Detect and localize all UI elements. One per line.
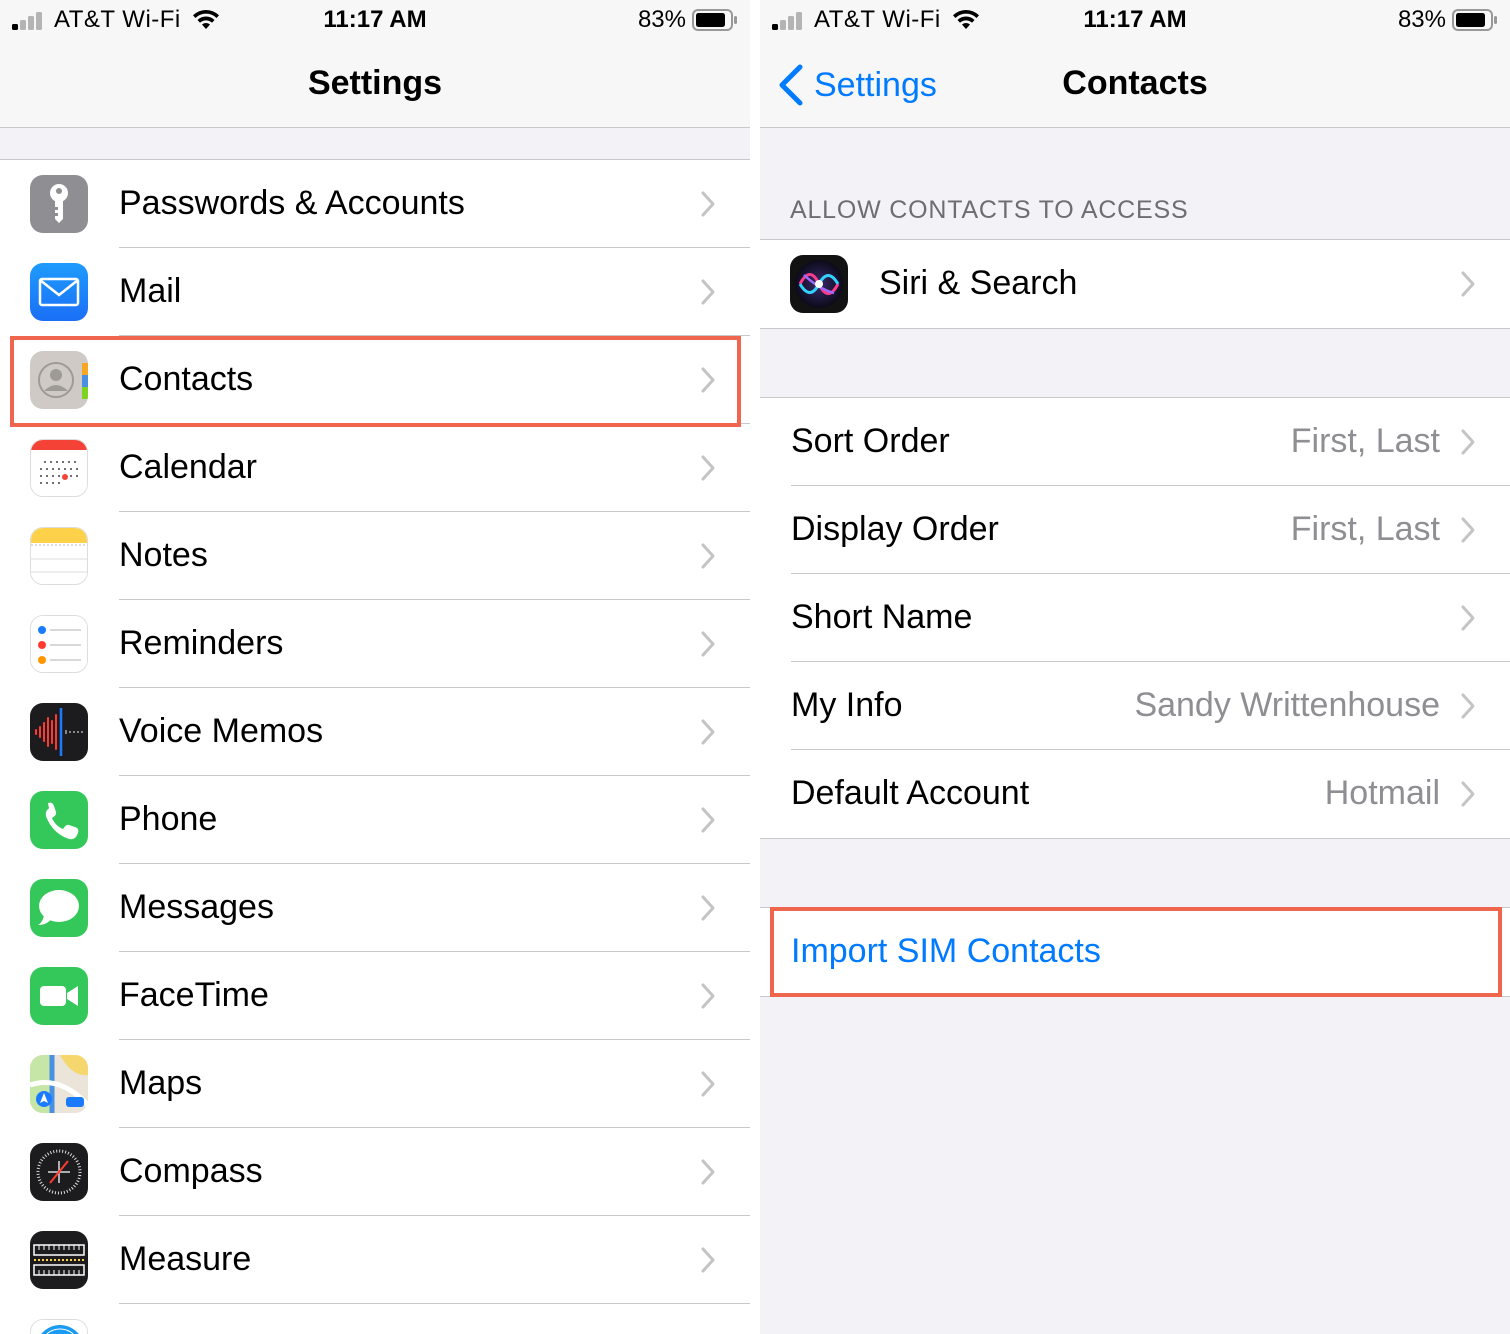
chevron-right-icon [701,895,715,921]
display-order-item[interactable]: Display Order First, Last [760,486,1510,574]
option-label: My Info [791,686,903,724]
settings-item-compass[interactable]: Compass [0,1128,750,1216]
settings-item-contacts[interactable]: Contacts [0,336,750,424]
option-value: Hotmail [1324,774,1440,812]
chevron-right-icon [1461,693,1475,719]
chevron-right-icon [701,279,715,305]
battery-icon [692,9,737,31]
phone-icon [30,791,88,849]
settings-item-messages[interactable]: Messages [0,864,750,952]
chevron-right-icon [1461,429,1475,455]
option-value: Sandy Writtenhouse [1134,686,1440,724]
option-label: Sort Order [791,422,950,460]
settings-item-label: Measure [119,1240,252,1278]
option-label: Display Order [791,510,999,548]
option-label: Short Name [791,598,973,636]
maps-icon [30,1055,88,1113]
mail-icon [30,263,88,321]
section-header: ALLOW CONTACTS TO ACCESS [790,196,1189,224]
settings-item-label: Phone [119,800,218,838]
chevron-right-icon [701,1071,715,1097]
import-sim-contacts-label: Import SIM Contacts [791,932,1101,970]
measure-icon [30,1231,88,1289]
settings-item-label: Compass [119,1152,263,1190]
settings-item-passwords-accounts[interactable]: Passwords & Accounts [0,160,750,248]
status-bar: AT&T Wi-Fi 11:17 AM 83% [760,0,1510,42]
import-sim-contacts-button[interactable]: Import SIM Contacts [760,908,1510,996]
chevron-right-icon [701,719,715,745]
reminders-icon [30,615,88,673]
settings-item-partial[interactable] [0,1304,750,1334]
facetime-icon [30,967,88,1025]
my-info-item[interactable]: My Info Sandy Writtenhouse [760,662,1510,750]
settings-item-mail[interactable]: Mail [0,248,750,336]
option-value: First, Last [1290,422,1440,460]
default-account-item[interactable]: Default Account Hotmail [760,750,1510,838]
settings-item-measure[interactable]: Measure [0,1216,750,1304]
settings-item-reminders[interactable]: Reminders [0,600,750,688]
settings-item-label: Passwords & Accounts [119,184,465,222]
access-group: Siri & Search [760,239,1510,329]
chevron-right-icon [1461,605,1475,631]
siri-icon [790,255,848,313]
option-label: Default Account [791,774,1030,812]
settings-item-calendar[interactable]: Calendar [0,424,750,512]
chevron-right-icon [701,367,715,393]
option-value: First, Last [1290,510,1440,548]
chevron-right-icon [701,631,715,657]
short-name-item[interactable]: Short Name [760,574,1510,662]
notes-icon [30,527,88,585]
settings-item-label: FaceTime [119,976,269,1014]
navigation-bar: Settings Contacts [760,42,1510,128]
compass-icon [30,1143,88,1201]
voice-memos-icon [30,703,88,761]
battery-icon [1452,9,1497,31]
battery-percent: 83% [637,6,686,33]
import-group: Import SIM Contacts [760,907,1510,997]
chevron-right-icon [1461,271,1475,297]
chevron-right-icon [701,543,715,569]
page-title: Settings [307,64,443,102]
settings-item-label: Messages [119,888,274,926]
chevron-right-icon [701,983,715,1009]
settings-item-label: Contacts [119,360,254,398]
screen-divider [750,0,760,1334]
sort-order-item[interactable]: Sort Order First, Last [760,398,1510,486]
chevron-right-icon [701,1159,715,1185]
battery-percent: 83% [1397,6,1446,33]
settings-item-voice-memos[interactable]: Voice Memos [0,688,750,776]
messages-icon [30,879,88,937]
settings-item-label: Maps [119,1064,203,1102]
chevron-right-icon [1461,517,1475,543]
settings-item-label: Voice Memos [119,712,324,750]
settings-item-notes[interactable]: Notes [0,512,750,600]
status-bar: AT&T Wi-Fi 11:17 AM 83% [0,0,750,42]
safari-icon [30,1319,88,1334]
contact-options-group: Sort Order First, Last Display Order Fir… [760,397,1510,839]
settings-item-maps[interactable]: Maps [0,1040,750,1128]
contacts-icon [30,351,88,409]
settings-screen: AT&T Wi-Fi 11:17 AM 83% Settings Passwor… [0,0,750,1334]
chevron-right-icon [701,455,715,481]
settings-item-facetime[interactable]: FaceTime [0,952,750,1040]
siri-search-item[interactable]: Siri & Search [760,240,1510,328]
siri-search-label: Siri & Search [879,264,1078,302]
chevron-right-icon [701,191,715,217]
chevron-right-icon [701,807,715,833]
settings-list: Passwords & Accounts Mail Contacts Calen… [0,159,750,1334]
chevron-right-icon [1461,781,1475,807]
navigation-bar: Settings [0,42,750,128]
settings-item-label: Notes [119,536,208,574]
calendar-icon [30,439,88,497]
settings-item-label: Reminders [119,624,284,662]
chevron-right-icon [701,1247,715,1273]
contacts-screen: AT&T Wi-Fi 11:17 AM 83% Settings Contact… [760,0,1510,1334]
settings-item-phone[interactable]: Phone [0,776,750,864]
page-title: Contacts [1062,64,1208,102]
settings-item-label: Calendar [119,448,257,486]
settings-item-label: Mail [119,272,182,310]
key-icon [30,175,88,233]
